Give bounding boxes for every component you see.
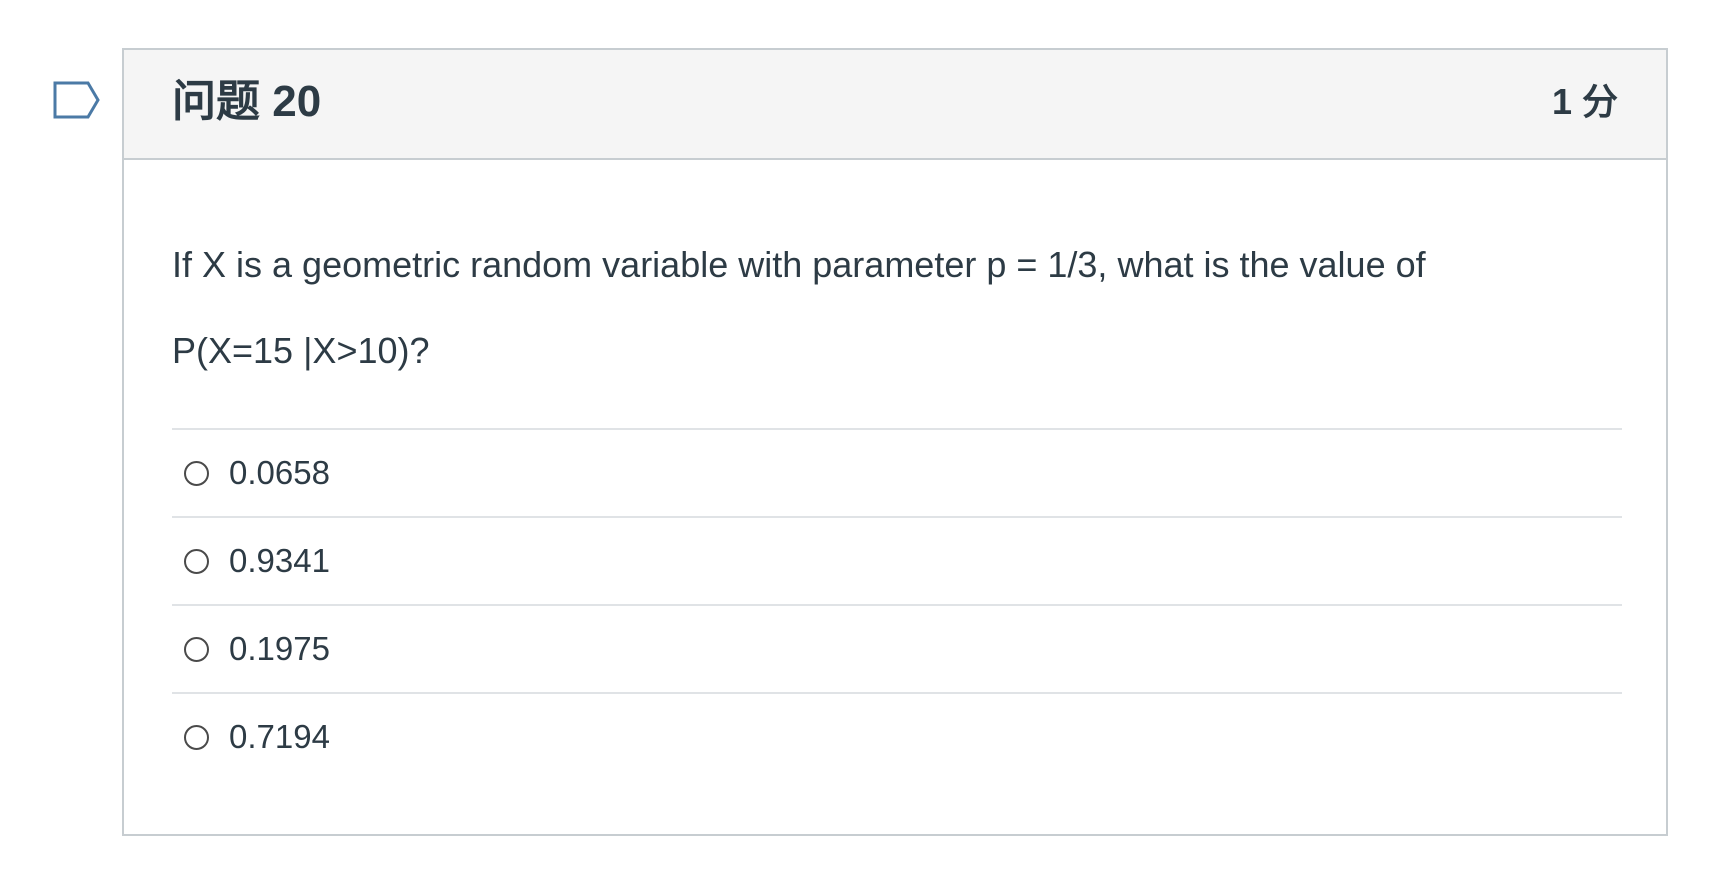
radio-button[interactable] <box>184 548 209 574</box>
answer-list: 0.0658 0.9341 0.1975 0.7194 <box>172 428 1622 780</box>
answer-option[interactable]: 0.0658 <box>172 428 1622 516</box>
question-text: If X is a geometric random variable with… <box>172 222 1612 394</box>
answer-option[interactable]: 0.9341 <box>172 516 1622 604</box>
question-header: 问题 20 1 分 <box>124 50 1666 160</box>
answer-label: 0.1975 <box>229 630 330 667</box>
flag-question-icon[interactable] <box>52 80 104 120</box>
question-title: 问题 20 <box>172 77 322 126</box>
answer-label: 0.9341 <box>229 542 330 579</box>
answer-option[interactable]: 0.1975 <box>172 604 1622 692</box>
radio-button[interactable] <box>184 724 209 750</box>
answer-label: 0.7194 <box>229 718 330 755</box>
question-text-line-2: P(X=15 |X>10)? <box>172 330 430 371</box>
answer-label: 0.0658 <box>229 454 330 491</box>
question-card: 问题 20 1 分 If X is a geometric random var… <box>122 48 1668 836</box>
question-points: 1 分 <box>1551 81 1618 122</box>
answer-option[interactable]: 0.7194 <box>172 692 1622 780</box>
question-text-line-1: If X is a geometric random variable with… <box>172 244 1426 285</box>
radio-button[interactable] <box>184 460 209 486</box>
radio-button[interactable] <box>184 636 209 662</box>
